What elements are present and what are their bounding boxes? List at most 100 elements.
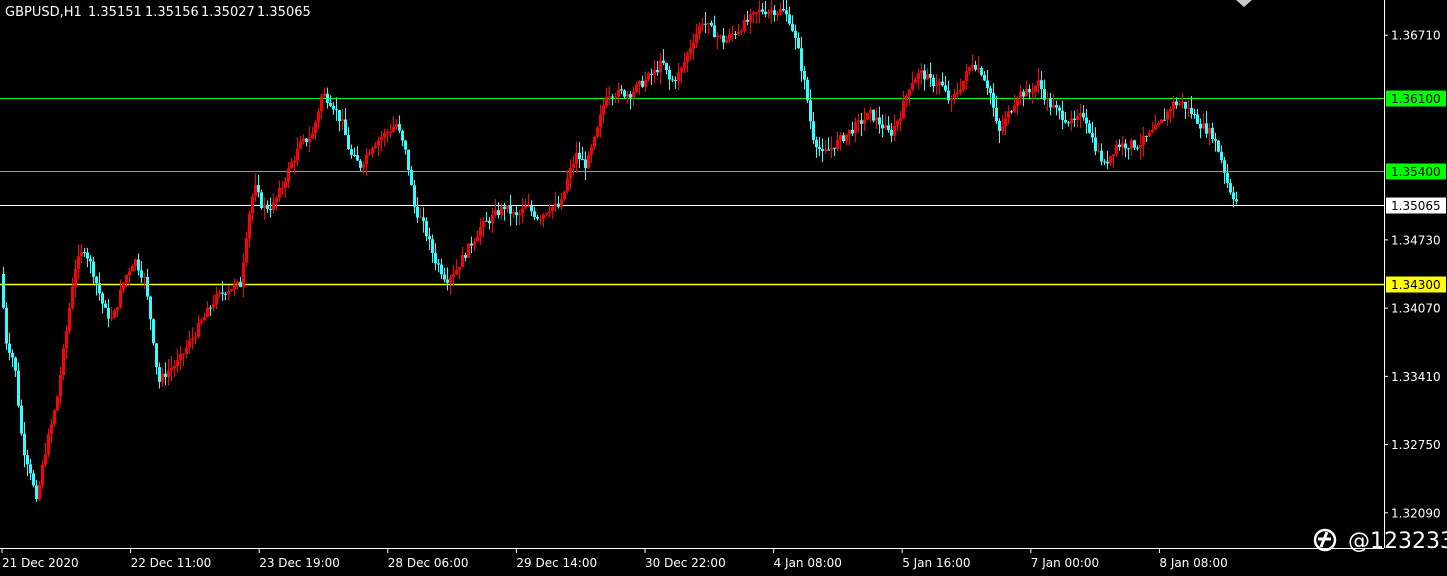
candle-body [293,160,296,163]
candle-body [929,73,932,78]
candle-body [1100,150,1103,162]
candle-body [1070,118,1073,124]
candle-body [50,423,53,435]
x-tick-label-2: 23 Dec 19:00 [259,556,340,570]
candle-body [275,197,278,203]
candle-body [1145,135,1148,137]
candle-body [650,73,653,75]
candle-body [1211,127,1214,140]
candle-body [842,135,845,141]
candle-body [143,276,146,278]
candle-body [1055,105,1058,108]
candle-body [1112,154,1115,157]
candle-body [971,65,974,68]
candle-body [533,211,536,217]
candle-body [1133,140,1136,148]
candle-body [68,308,71,331]
candle-body [1154,124,1157,130]
candle-body [605,96,608,106]
candle-body [59,375,62,397]
y-tick-label-2: 1.34070 [1391,302,1441,316]
candle-body [686,53,689,62]
candle-body [1214,139,1217,141]
candle-body [863,119,866,124]
y-tick-label-3: 1.33410 [1391,370,1441,384]
candle-body [212,304,215,308]
candle-body [338,110,341,121]
candle-body [878,117,881,125]
candle-body [311,133,314,139]
candle-body [788,14,791,24]
candle-body [548,211,551,214]
candle-body [404,140,407,150]
candle-body [23,433,26,456]
candle-body [116,307,119,311]
candle-body [1199,123,1202,129]
candle-body [428,236,431,240]
candle-body [1175,101,1178,106]
candle-body [755,12,758,14]
candle-body [461,255,464,268]
candle-body [164,373,167,378]
candle-body [170,368,173,371]
candle-body [593,136,596,148]
candle-body [683,61,686,69]
candle-body [776,12,779,15]
candle-body [542,214,545,219]
candle-body [896,121,899,126]
candle-body [1052,105,1055,108]
candle-body [632,91,635,98]
candle-body [392,127,395,132]
candle-body [341,119,344,121]
candle-body [782,8,785,11]
candle-body [614,96,617,98]
candle-body [458,267,461,270]
candle-body [1124,143,1127,149]
candle-body [248,213,251,239]
candle-body [320,96,323,112]
candle-body [995,107,998,122]
candle-body [479,226,482,237]
candle-body [827,149,830,151]
candle-body [1013,105,1016,112]
candle-body [485,220,488,222]
candle-body [272,202,275,210]
candle-body [365,154,368,165]
candle-body [230,289,233,292]
candle-body [224,293,227,295]
candle-body [983,74,986,81]
price-chart[interactable]: 1.36710 1.34730 1.34070 1.33410 1.32750 1.320… [0,0,1447,576]
y-tick-label-5: 1.32090 [1391,506,1441,520]
candle-body [518,213,521,216]
candle-body [1049,98,1052,108]
candle-body [368,153,371,155]
candle-body [545,213,548,215]
candle-body [590,147,593,155]
candle-body [1142,135,1145,146]
candle-body [239,281,242,287]
candle-body [263,204,266,209]
candle-body [659,60,662,73]
candle-body [1193,114,1196,116]
candle-body [62,348,65,376]
candle-body [944,85,947,91]
candle-body [347,135,350,150]
candle-body [785,10,788,15]
candle-body [506,205,509,210]
candle-body [584,159,587,169]
x-tick-label-4: 29 Dec 14:00 [516,556,597,570]
candle-body [494,210,497,215]
candle-body [317,111,320,123]
candle-body [977,68,980,70]
level-label-3: 1.34300 [1391,278,1441,292]
candle-body [71,286,74,309]
candle-body [32,473,35,486]
candle-body [1202,123,1205,129]
candle-body [884,125,887,129]
candle-body [914,79,917,84]
candle-body [644,79,647,87]
candle-body [767,11,770,15]
candle-body [704,23,707,25]
candle-body [959,89,962,93]
candle-body [1079,113,1082,116]
